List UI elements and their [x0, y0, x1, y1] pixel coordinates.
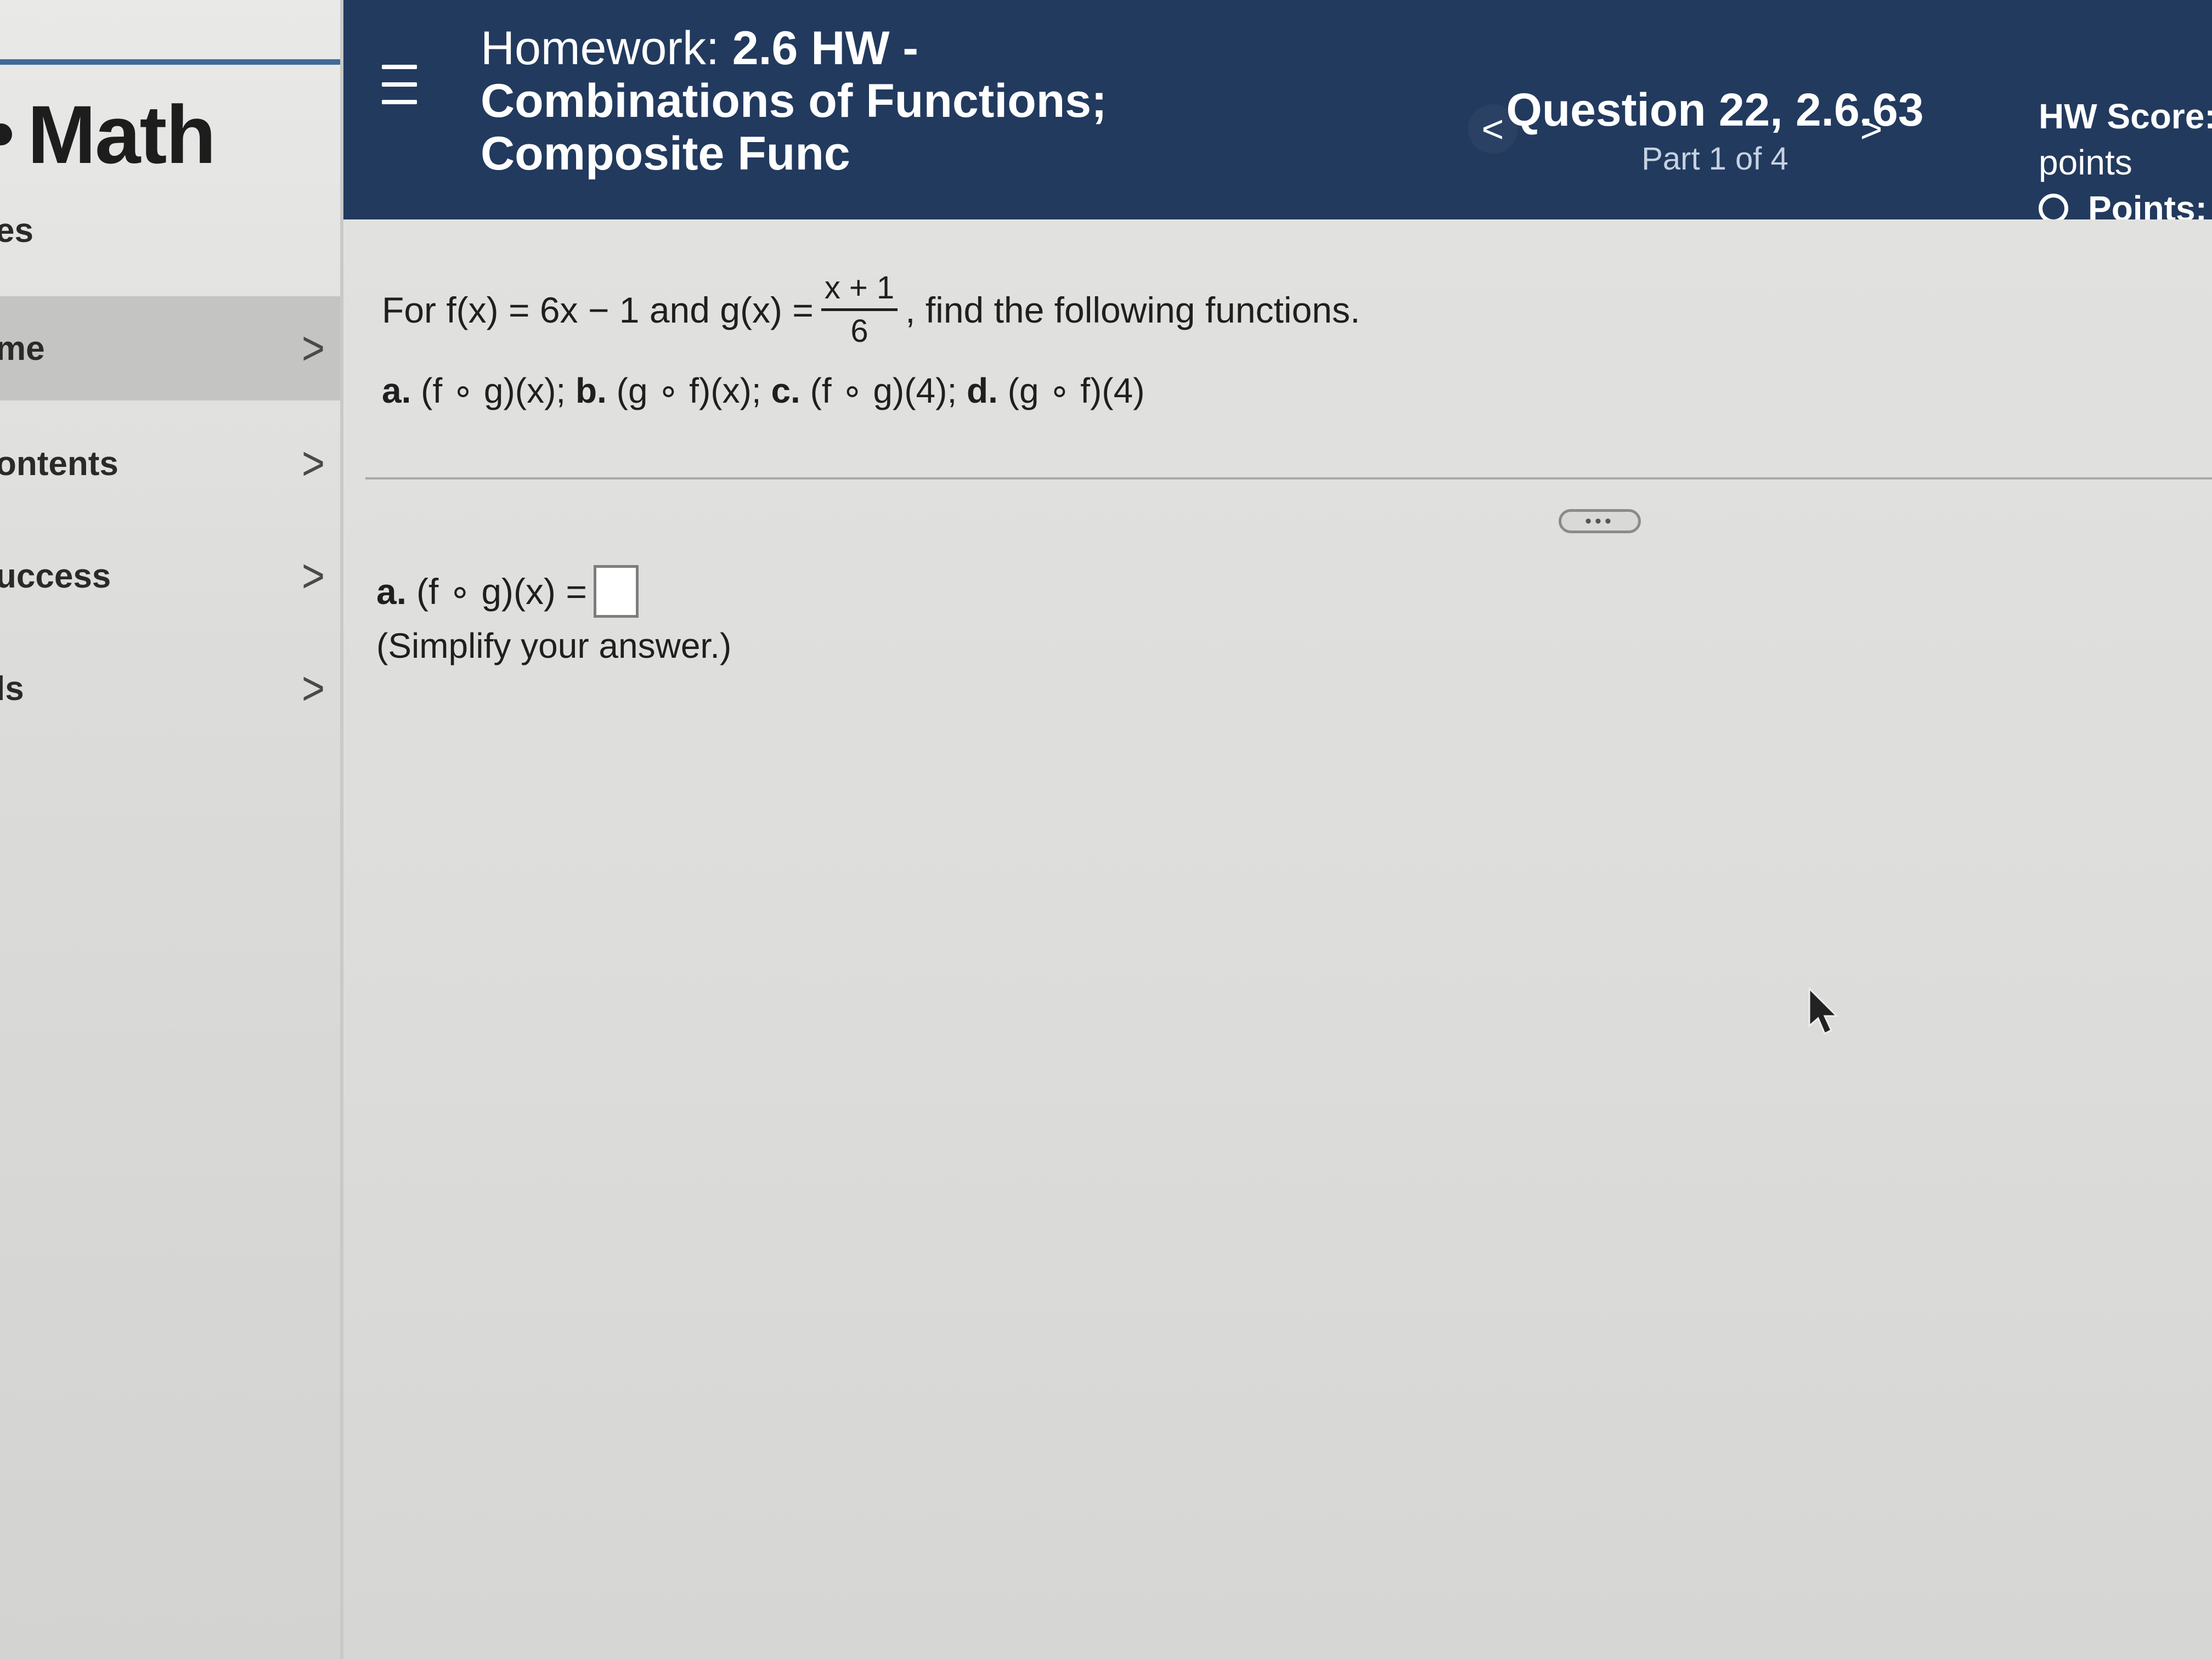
- part-letter: a.: [382, 371, 411, 410]
- problem-intro: For f(x) = 6x − 1 and g(x) =: [382, 289, 814, 330]
- expand-more-button[interactable]: •••: [1559, 509, 1641, 533]
- sidebar-item-courses[interactable]: es: [0, 198, 340, 263]
- answer-hint: (Simplify your answer.): [376, 626, 732, 665]
- fraction: x + 1 6: [821, 268, 898, 352]
- section-divider: [365, 477, 2212, 479]
- problem-outro: , find the following functions.: [905, 289, 1361, 330]
- answer-letter: a.: [376, 571, 407, 612]
- hw-score-label: HW Score:: [2039, 97, 2212, 136]
- problem-statement: For f(x) = 6x − 1 and g(x) = x + 1 6 , f…: [382, 268, 1360, 352]
- chevron-right-icon: >: [301, 662, 325, 715]
- part-letter: d.: [967, 371, 998, 410]
- part-letter: c.: [771, 371, 800, 410]
- question-part: Part 1 of 4: [1641, 141, 1788, 177]
- homework-title-line3: Composite Func: [481, 127, 850, 180]
- sidebar-item-home[interactable]: me >: [0, 296, 340, 400]
- chevron-right-icon: >: [301, 322, 325, 375]
- question-content: For f(x) = 6x − 1 and g(x) = x + 1 6 , f…: [343, 219, 2212, 1659]
- brand-dot-icon: [0, 123, 12, 145]
- sidebar-item-contents[interactable]: ontents >: [0, 411, 340, 516]
- sidebar-item-label: es: [0, 211, 33, 250]
- brand-name: Math: [27, 88, 216, 180]
- answer-prompt: (f ∘ g)(x) =: [416, 571, 587, 612]
- problem-parts: a. (f ∘ g)(x); b. (g ∘ f)(x); c. (f ∘ g)…: [382, 370, 1145, 411]
- sidebar-item-label: ontents: [0, 444, 119, 483]
- sidebar-item-label: me: [0, 329, 45, 368]
- homework-prefix: Homework:: [481, 22, 719, 75]
- chevron-right-icon: >: [301, 550, 325, 602]
- part-text: (g ∘ f)(x);: [616, 371, 761, 410]
- part-text: (f ∘ g)(4);: [810, 371, 957, 410]
- answer-row: a. (f ∘ g)(x) =: [376, 565, 639, 618]
- hw-score-unit: points: [2039, 143, 2132, 182]
- brand-logo[interactable]: Math: [0, 88, 216, 181]
- question-indicator: Question 22, 2.6.63 Part 1 of 4: [1441, 82, 1989, 181]
- homework-title-line1: 2.6 HW -: [732, 22, 919, 75]
- previous-question-button[interactable]: <: [1468, 104, 1517, 154]
- question-title: Question 22, 2.6.63: [1506, 84, 1924, 136]
- circle-icon: [2039, 194, 2068, 223]
- chevron-right-icon: >: [301, 437, 325, 490]
- sidebar-item-label: uccess: [0, 557, 111, 595]
- part-text: (f ∘ g)(x);: [421, 371, 566, 410]
- hamburger-menu-icon[interactable]: [382, 65, 417, 105]
- app-root: Math es me > ontents > uccess > ls > Hom…: [0, 0, 2212, 1659]
- sidebar: Math es me > ontents > uccess > ls >: [0, 0, 343, 1659]
- fraction-denominator: 6: [850, 313, 868, 349]
- sidebar-item-label: ls: [0, 669, 24, 708]
- sidebar-item-tools[interactable]: ls >: [0, 636, 340, 741]
- sidebar-item-success[interactable]: uccess >: [0, 524, 340, 628]
- part-text: (g ∘ f)(4): [1007, 371, 1145, 410]
- sidebar-top-rule: [0, 59, 340, 65]
- homework-title: Homework: 2.6 HW - Combinations of Funct…: [481, 22, 1194, 180]
- assignment-header: Homework: 2.6 HW - Combinations of Funct…: [343, 0, 2212, 228]
- fraction-numerator: x + 1: [821, 268, 898, 311]
- next-question-button[interactable]: >: [1847, 104, 1896, 154]
- answer-input[interactable]: [593, 565, 639, 618]
- homework-title-line2: Combinations of Functions;: [481, 75, 1107, 127]
- hw-score: HW Score: points Points:: [2039, 93, 2212, 232]
- part-letter: b.: [575, 371, 607, 410]
- mouse-cursor-icon: [1808, 988, 1839, 1035]
